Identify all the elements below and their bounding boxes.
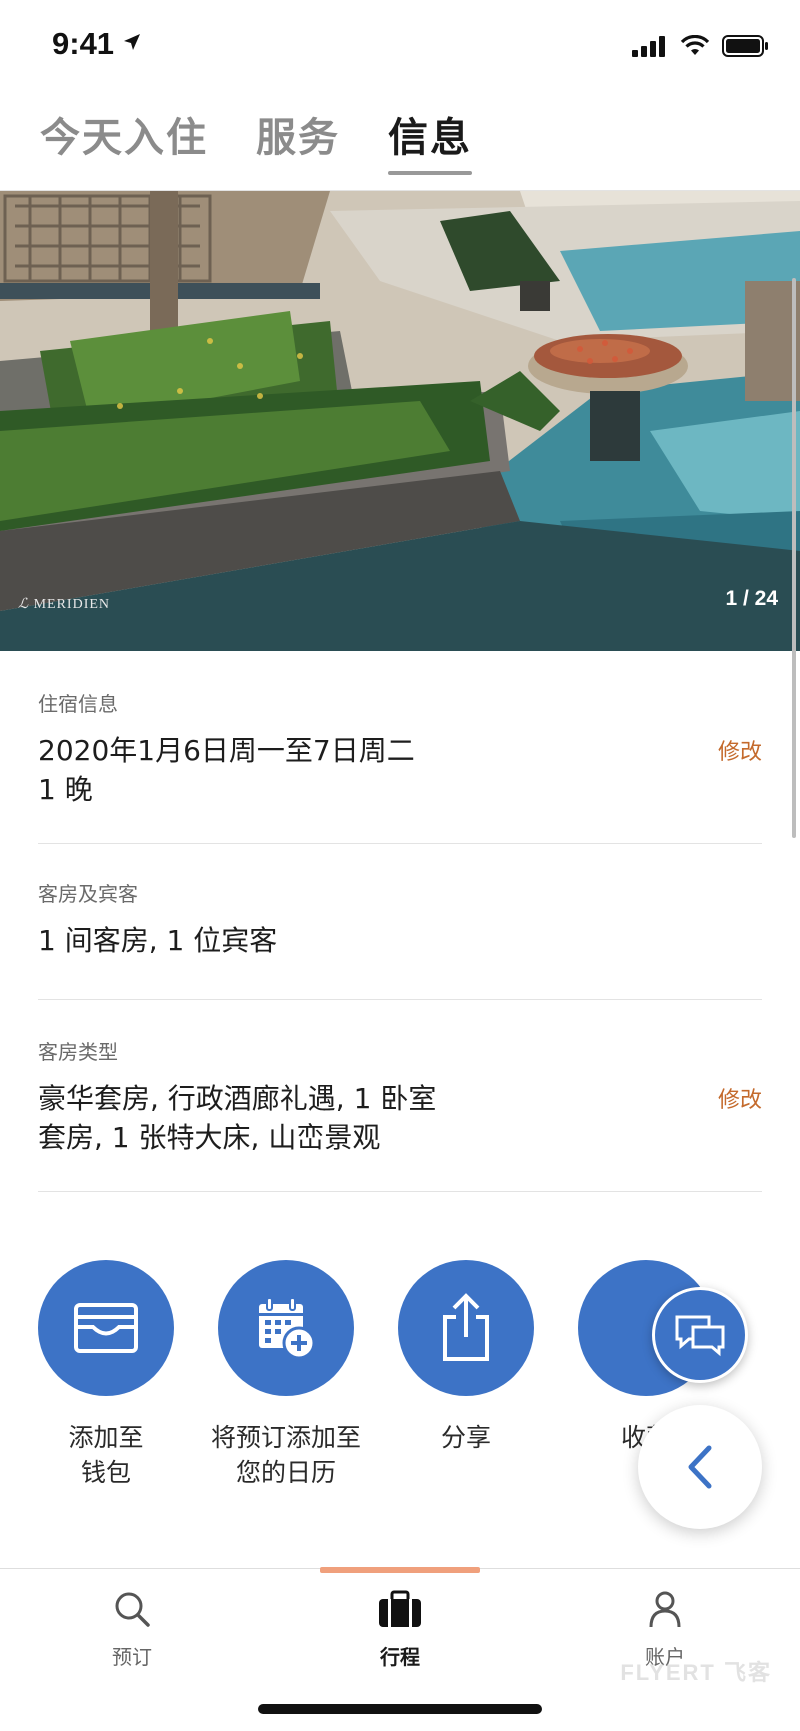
chat-bubbles-icon (675, 1315, 725, 1357)
stay-dates: 2020年1月6日周一至7日周二 1 晚 (38, 731, 762, 809)
share-label-line1: 分享 (440, 1423, 491, 1452)
photo-counter: 1 / 24 (725, 587, 778, 610)
status-time: 9:41 (52, 26, 115, 61)
share-button[interactable]: 分享 (381, 1260, 551, 1455)
top-tabs: 今天入住 服务 信息 (40, 105, 472, 175)
edit-room-type-link[interactable]: 修改 (718, 1082, 762, 1114)
room-type-value: 豪华套房, 行政酒廊礼遇, 1 卧室 套房, 1 张特大床, 山峦景观 (38, 1079, 762, 1157)
status-indicators (632, 34, 770, 58)
search-icon (115, 1592, 150, 1627)
stay-info-label: 住宿信息 (38, 692, 118, 716)
wifi-icon (680, 35, 710, 55)
tab-services[interactable]: 服务 (256, 105, 340, 175)
battery-icon (722, 35, 768, 57)
hotel-brand-logo: ℒ MERIDIEN (18, 597, 111, 612)
add-to-calendar-button[interactable]: 将预订添加至 您的日历 (201, 1260, 371, 1490)
scrollbar[interactable] (792, 278, 796, 838)
edit-stay-link[interactable]: 修改 (718, 734, 762, 766)
nav-label-book: 预订 (112, 1645, 152, 1669)
rooms-guests-label: 客房及宾客 (38, 882, 138, 906)
room-type-label: 客房类型 (38, 1040, 118, 1064)
share-circle[interactable] (398, 1260, 534, 1396)
add-to-wallet-label-line1: 添加至 (68, 1423, 144, 1452)
nav-label-trips: 行程 (380, 1645, 420, 1669)
room-type-line1: 豪华套房, 行政酒廊礼遇, 1 卧室 (38, 1082, 437, 1115)
stay-nights-text: 1 晚 (38, 773, 93, 806)
stay-info-section: 住宿信息 2020年1月6日周一至7日周二 1 晚 修改 (38, 688, 762, 844)
cellular-signal-icon (632, 36, 665, 57)
hotel-photo-carousel[interactable]: ℒ MERIDIEN 1 / 24 (0, 191, 800, 651)
tab-info[interactable]: 信息 (388, 105, 472, 175)
add-to-calendar-label-line2: 您的日历 (235, 1458, 336, 1487)
location-arrow-icon (124, 34, 140, 50)
add-to-calendar-label-line1: 将预订添加至 (210, 1423, 361, 1452)
add-to-wallet-circle[interactable] (38, 1260, 174, 1396)
wallet-icon (74, 1303, 138, 1353)
tab-check-in-today[interactable]: 今天入住 (40, 105, 208, 175)
chat-button[interactable] (652, 1287, 748, 1383)
add-to-wallet-label: 添加至 钱包 (21, 1420, 191, 1490)
person-icon (649, 1591, 681, 1628)
status-bar: 9:41 (0, 0, 800, 92)
stay-dates-text: 2020年1月6日周一至7日周二 (38, 734, 415, 767)
home-indicator[interactable] (258, 1704, 542, 1714)
add-to-wallet-button[interactable]: 添加至 钱包 (21, 1260, 191, 1490)
hotel-courtyard-photo (0, 191, 800, 651)
briefcase-icon (379, 1590, 421, 1627)
calendar-add-icon (259, 1297, 316, 1360)
nav-item-trips[interactable]: 行程 (330, 1589, 470, 1670)
add-to-calendar-label: 将预订添加至 您的日历 (201, 1420, 371, 1490)
share-label: 分享 (381, 1420, 551, 1455)
room-type-line2: 套房, 1 张特大床, 山峦景观 (38, 1121, 381, 1154)
nav-active-indicator (320, 1567, 480, 1573)
nav-item-book[interactable]: 预订 (62, 1589, 202, 1670)
rooms-guests-section: 客房及宾客 1 间客房, 1 位宾客 (38, 878, 762, 1000)
share-icon (443, 1293, 489, 1361)
back-button[interactable] (638, 1405, 762, 1529)
chevron-left-icon (688, 1445, 712, 1489)
add-to-calendar-circle[interactable] (218, 1260, 354, 1396)
room-type-section: 客房类型 豪华套房, 行政酒廊礼遇, 1 卧室 套房, 1 张特大床, 山峦景观… (38, 1036, 762, 1192)
add-to-wallet-label-line2: 钱包 (80, 1458, 131, 1487)
rooms-guests-value: 1 间客房, 1 位宾客 (38, 924, 278, 957)
watermark: FLYERT 飞客 (620, 1660, 772, 1685)
